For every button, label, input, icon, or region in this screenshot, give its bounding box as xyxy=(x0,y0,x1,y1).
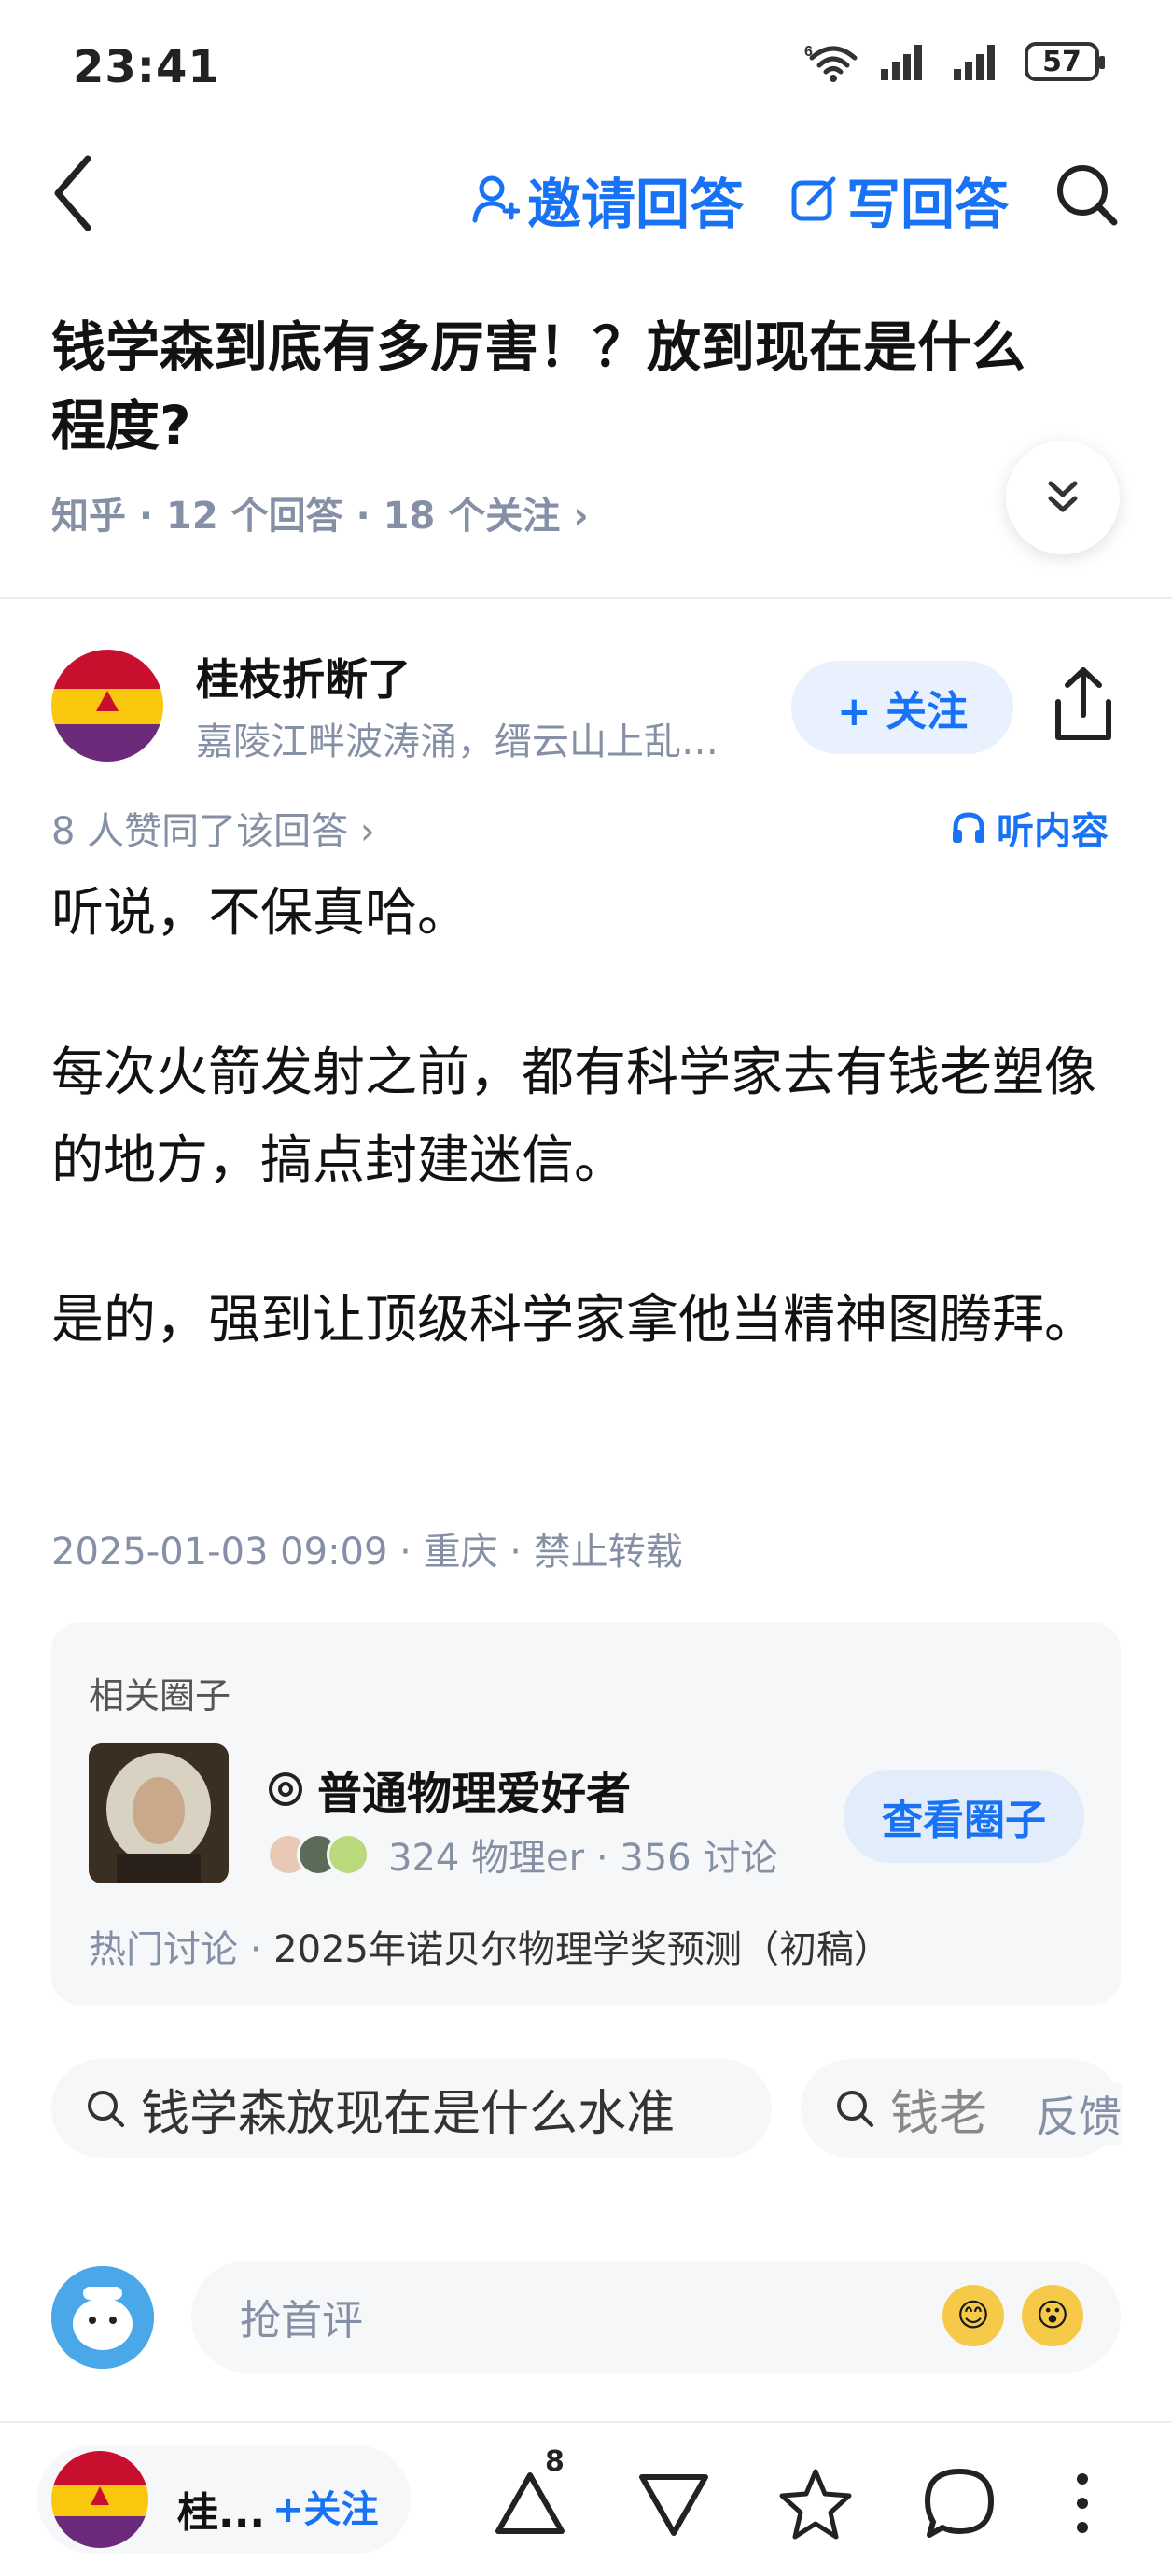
expand-button[interactable] xyxy=(1006,441,1120,554)
wifi-icon: 6 xyxy=(804,44,858,82)
upvote-count: 8 xyxy=(545,2445,565,2478)
circle-heading: 相关圈子 xyxy=(89,1675,231,1716)
circle-stats: 324 物理er · 356 讨论 xyxy=(388,1837,778,1880)
share-icon[interactable] xyxy=(1049,665,1118,743)
answer-paragraph: 是的，强到让顶级科学家拿他当精神图腾拜。 xyxy=(51,1290,1096,1351)
author-bio: 嘉陵江畔波涛涌，缙云山上乱… xyxy=(196,721,719,763)
question-meta[interactable]: 知乎 · 12 个回答 · 18 个关注 › xyxy=(51,485,589,539)
circle-icon xyxy=(269,1772,302,1806)
listen-label: 听内容 xyxy=(997,810,1109,853)
search-icon xyxy=(837,2091,873,2127)
comment-icon[interactable] xyxy=(920,2464,998,2542)
back-arrow-icon[interactable] xyxy=(47,151,103,235)
headphones-icon xyxy=(953,812,984,843)
emoji-flower-icon[interactable]: 😊 xyxy=(942,2285,1004,2346)
listen-button[interactable]: 听内容 xyxy=(950,801,1109,855)
follow-button[interactable]: + 关注 xyxy=(791,661,1013,754)
status-icons: 6 57 xyxy=(804,41,1105,82)
circle-name-row[interactable]: 普通物理爱好者 xyxy=(267,1757,631,1822)
circle-stats-row: 324 物理er · 356 讨论 xyxy=(267,1827,777,1882)
upvote-summary[interactable]: 8 人赞同了该回答 › xyxy=(51,801,375,855)
battery-indicator: 57 xyxy=(1025,42,1105,81)
answer-paragraph: 每次火箭发射之前，都有科学家去有钱老塑像的地方，搞点封建迷信。 xyxy=(51,1043,1096,1191)
member-avatars xyxy=(267,1833,370,1876)
related-search-text: 钱老 xyxy=(890,2085,988,2142)
user-avatar[interactable] xyxy=(51,2266,154,2369)
search-icon[interactable] xyxy=(1053,161,1120,228)
hot-discussion-topic: 2025年诺贝尔物理学奖预测（初稿） xyxy=(273,1928,891,1971)
question-title[interactable]: 钱学森到底有多厉害！？放到现在是什么程度? xyxy=(51,308,1059,465)
member-avatar xyxy=(327,1833,370,1876)
status-time: 23:41 xyxy=(73,41,220,93)
answer-meta: 2025-01-03 09:09 · 重庆 · 禁止转载 xyxy=(51,1531,683,1574)
hot-discussion-label: 热门讨论 xyxy=(89,1928,238,1971)
answer-content: 听说，不保真哈。 每次火箭发射之前，都有科学家去有钱老塑像的地方，搞点封建迷信。… xyxy=(51,870,1124,1365)
author-name[interactable]: 桂枝折断了 xyxy=(196,646,411,707)
emoji-surprised-icon[interactable]: 😮 xyxy=(1022,2285,1083,2346)
signal-icon-2 xyxy=(954,45,995,80)
related-search-text: 钱学森放现在是什么水准 xyxy=(141,2085,676,2142)
hot-discussion[interactable]: 热门讨论 · 2025年诺贝尔物理学奖预测（初稿） xyxy=(89,1919,891,1973)
view-circle-button[interactable]: 查看圈子 xyxy=(844,1770,1084,1863)
person-add-icon xyxy=(472,175,520,223)
divider xyxy=(0,597,1172,599)
invite-answer-button[interactable]: 邀请回答 xyxy=(471,161,744,239)
write-answer-button[interactable]: 写回答 xyxy=(790,161,1009,239)
invite-answer-label: 邀请回答 xyxy=(527,173,745,236)
circle-name: 普通物理爱好者 xyxy=(317,1768,632,1820)
double-chevron-down-icon xyxy=(1048,481,1078,512)
search-icon xyxy=(88,2091,124,2127)
related-search-chip[interactable]: 钱学森放现在是什么水准 xyxy=(51,2059,772,2158)
downvote-icon[interactable] xyxy=(635,2464,713,2542)
feedback-button[interactable]: 反馈 xyxy=(1026,2083,1122,2145)
author-name-short: 桂... xyxy=(177,2489,266,2537)
author-avatar-small[interactable] xyxy=(51,2451,148,2548)
circle-image[interactable] xyxy=(89,1743,229,1883)
author-avatar[interactable] xyxy=(51,650,163,762)
star-icon[interactable] xyxy=(776,2464,855,2542)
follow-button-small[interactable]: +关注 xyxy=(272,2479,379,2533)
more-icon[interactable] xyxy=(1060,2464,1105,2542)
edit-icon xyxy=(791,176,836,221)
answer-paragraph: 听说，不保真哈。 xyxy=(51,883,469,944)
write-answer-label: 写回答 xyxy=(846,173,1010,236)
divider xyxy=(0,2421,1172,2423)
signal-icon xyxy=(881,45,922,80)
